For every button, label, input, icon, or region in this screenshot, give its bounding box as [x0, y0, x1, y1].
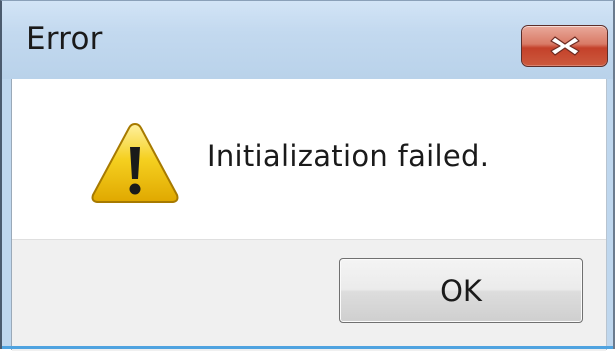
warning-icon	[91, 123, 179, 203]
button-bar: OK	[12, 239, 606, 351]
title-bar[interactable]: Error	[2, 1, 613, 79]
close-icon	[549, 36, 580, 56]
error-dialog-window: Error Initialization failed. OK	[0, 0, 615, 351]
ok-button[interactable]: OK	[339, 258, 583, 323]
error-message: Initialization failed.	[207, 139, 490, 173]
dialog-content: Initialization failed. OK	[11, 79, 607, 351]
close-button[interactable]	[521, 25, 608, 67]
window-title: Error	[26, 21, 103, 57]
